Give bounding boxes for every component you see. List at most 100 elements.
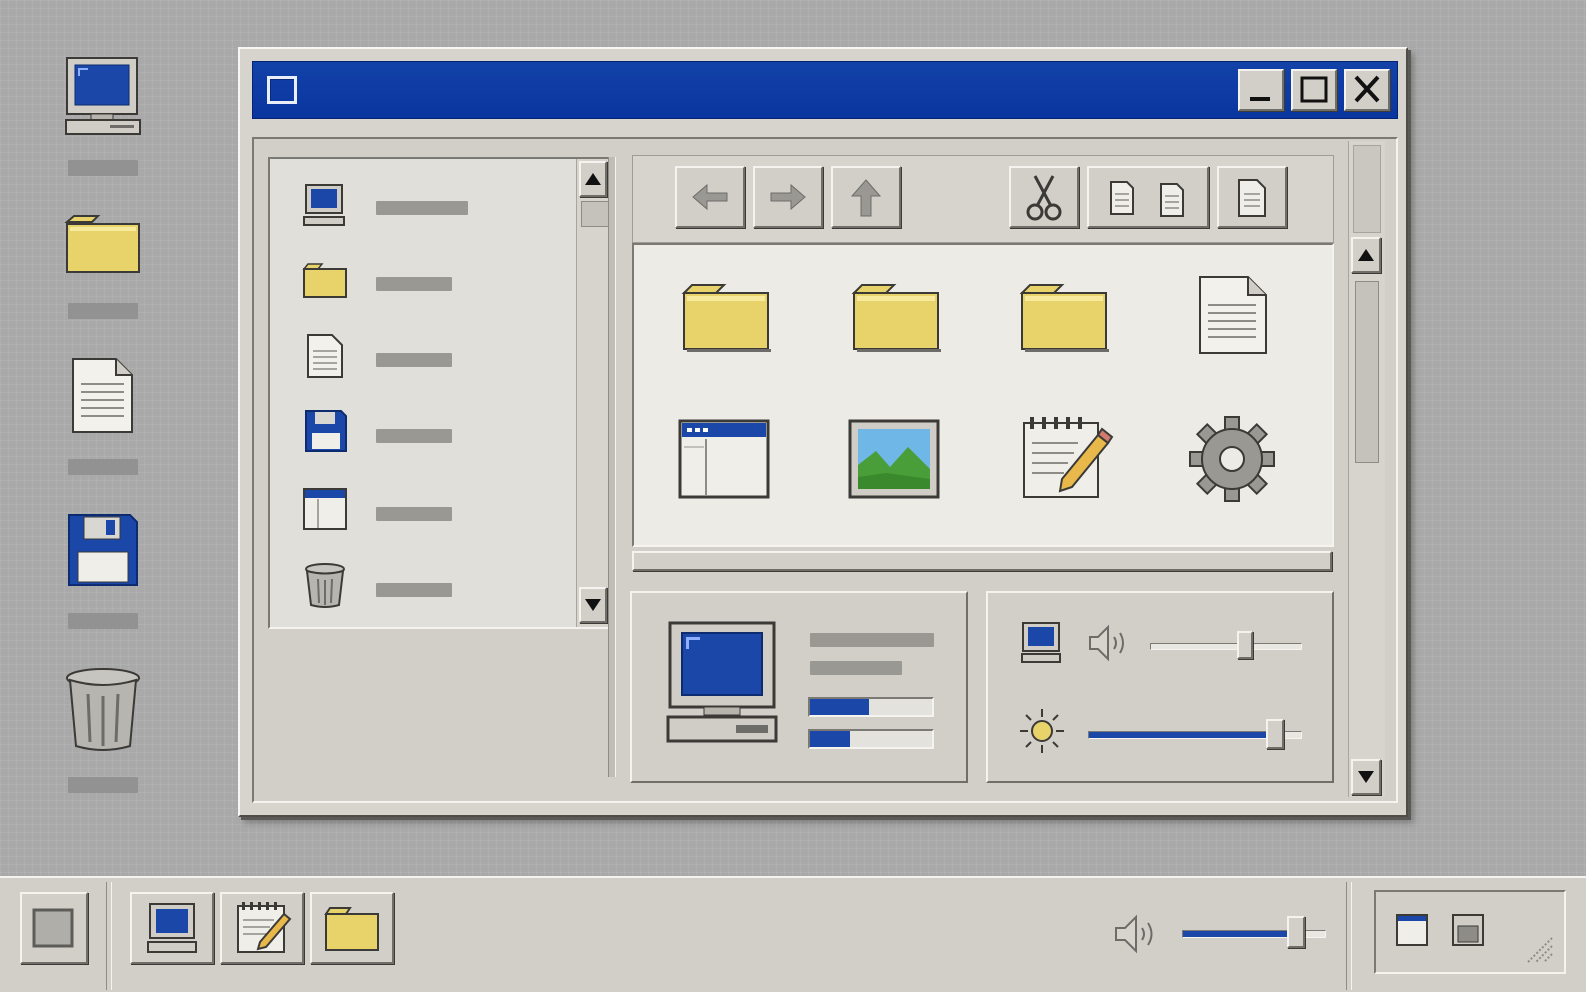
desktop-icon-label — [68, 777, 138, 793]
explorer-window — [238, 47, 1408, 817]
system-info-line — [810, 633, 934, 647]
scroll-thumb[interactable] — [581, 201, 609, 227]
forward-arrow-icon — [770, 183, 806, 211]
sidebar-item-label — [376, 201, 468, 215]
file-item-settings[interactable] — [1186, 415, 1296, 515]
system-info-line — [810, 661, 902, 675]
slider-track — [1150, 643, 1302, 650]
slider-thumb[interactable] — [1237, 631, 1253, 659]
main-scrollbar[interactable] — [1348, 141, 1385, 797]
scroll-down-button[interactable] — [1351, 759, 1381, 795]
maximize-button[interactable] — [1291, 69, 1337, 111]
folder-icon — [851, 284, 941, 352]
desktop-icon-label — [68, 160, 138, 176]
sidebar-item-label — [376, 429, 452, 443]
scroll-thumb[interactable] — [1355, 281, 1379, 463]
scroll-up-button[interactable] — [579, 161, 607, 197]
slider-fill — [1089, 732, 1276, 738]
system-tray — [1374, 890, 1566, 974]
window-icon[interactable] — [267, 76, 297, 104]
taskbar-app-computer[interactable] — [130, 892, 214, 964]
taskbar-volume-slider[interactable] — [1182, 916, 1326, 950]
up-button[interactable] — [831, 166, 901, 228]
document-icon — [307, 334, 343, 378]
brightness-icon — [1020, 709, 1064, 753]
file-item-folder[interactable] — [1016, 279, 1126, 379]
floppy-disk-icon[interactable] — [66, 512, 140, 588]
back-arrow-icon — [692, 183, 728, 211]
application-window-icon — [303, 488, 347, 530]
file-item-folder[interactable] — [678, 279, 788, 379]
sidebar-panel — [254, 139, 616, 801]
taskbar-app-notepad[interactable] — [220, 892, 304, 964]
desktop-icon-label — [68, 303, 138, 319]
notepad-icon — [1023, 417, 1114, 498]
speaker-icon[interactable] — [1112, 912, 1164, 956]
progress-bar-2 — [808, 729, 934, 749]
cut-button[interactable] — [1009, 166, 1079, 228]
triangle-up-icon — [585, 173, 601, 185]
triangle-down-icon — [1358, 771, 1374, 783]
image-icon — [848, 419, 940, 499]
sidebar-item-document[interactable] — [270, 331, 570, 381]
up-arrow-icon — [850, 179, 882, 217]
title-bar[interactable] — [252, 61, 1398, 119]
application-window-icon — [678, 419, 770, 499]
folder-icon — [302, 263, 347, 298]
window-body — [252, 137, 1398, 803]
taskbar-separator — [106, 882, 112, 990]
file-item-document[interactable] — [1196, 273, 1306, 373]
file-item-notepad[interactable] — [1018, 413, 1128, 513]
folder-icon[interactable] — [64, 212, 142, 276]
folder-icon — [1019, 284, 1109, 352]
pane-divider[interactable] — [608, 157, 616, 777]
floppy-disk-icon — [305, 410, 347, 452]
taskbar-app-folder[interactable] — [310, 892, 394, 964]
computer-icon — [1021, 622, 1061, 663]
file-item-image[interactable] — [846, 417, 956, 517]
start-button[interactable] — [20, 892, 88, 964]
desktop-icon-label — [68, 459, 138, 475]
copy-button[interactable] — [1087, 166, 1209, 228]
slider-thumb[interactable] — [1266, 719, 1284, 749]
back-button[interactable] — [675, 166, 745, 228]
resize-grip-icon[interactable] — [1522, 932, 1556, 966]
scroll-down-button[interactable] — [579, 587, 607, 623]
recycle-bin-icon[interactable] — [64, 666, 142, 754]
scroll-track-top — [1353, 145, 1381, 233]
minimize-button[interactable] — [1238, 69, 1284, 111]
folder-icon — [324, 907, 379, 951]
sidebar-item-application[interactable] — [270, 485, 570, 535]
triangle-up-icon — [1358, 249, 1374, 261]
computer-icon — [147, 903, 197, 953]
paste-button[interactable] — [1217, 166, 1287, 228]
status-strip — [632, 551, 1332, 571]
slider-thumb[interactable] — [1287, 916, 1305, 948]
copy-icon — [1110, 181, 1184, 217]
notepad-icon — [237, 902, 292, 953]
gear-icon — [1189, 416, 1275, 502]
sidebar-item-floppy[interactable] — [270, 407, 570, 457]
speaker-icon — [1089, 624, 1124, 662]
slider-fill — [1183, 931, 1297, 937]
volume-slider[interactable] — [1150, 631, 1302, 661]
sidebar-item-trash[interactable] — [270, 561, 570, 611]
sidebar-item-label — [376, 583, 452, 597]
sidebar-item-folder[interactable] — [270, 255, 570, 305]
file-item-application[interactable] — [676, 417, 786, 517]
computer-icon — [303, 184, 345, 226]
file-item-folder[interactable] — [848, 279, 958, 379]
minimize-icon — [1250, 97, 1270, 101]
sidebar-item-computer[interactable] — [270, 179, 570, 229]
document-icon[interactable] — [70, 356, 136, 436]
my-computer-icon[interactable] — [64, 56, 142, 140]
forward-button[interactable] — [753, 166, 823, 228]
system-panel — [630, 591, 968, 783]
trash-icon — [305, 563, 345, 608]
brightness-slider[interactable] — [1088, 719, 1302, 749]
taskbar-separator — [1346, 882, 1352, 990]
scroll-up-button[interactable] — [1351, 237, 1381, 273]
close-button[interactable] — [1344, 69, 1390, 111]
window-icon[interactable] — [1394, 912, 1430, 948]
window-restore-icon[interactable] — [1450, 912, 1486, 948]
